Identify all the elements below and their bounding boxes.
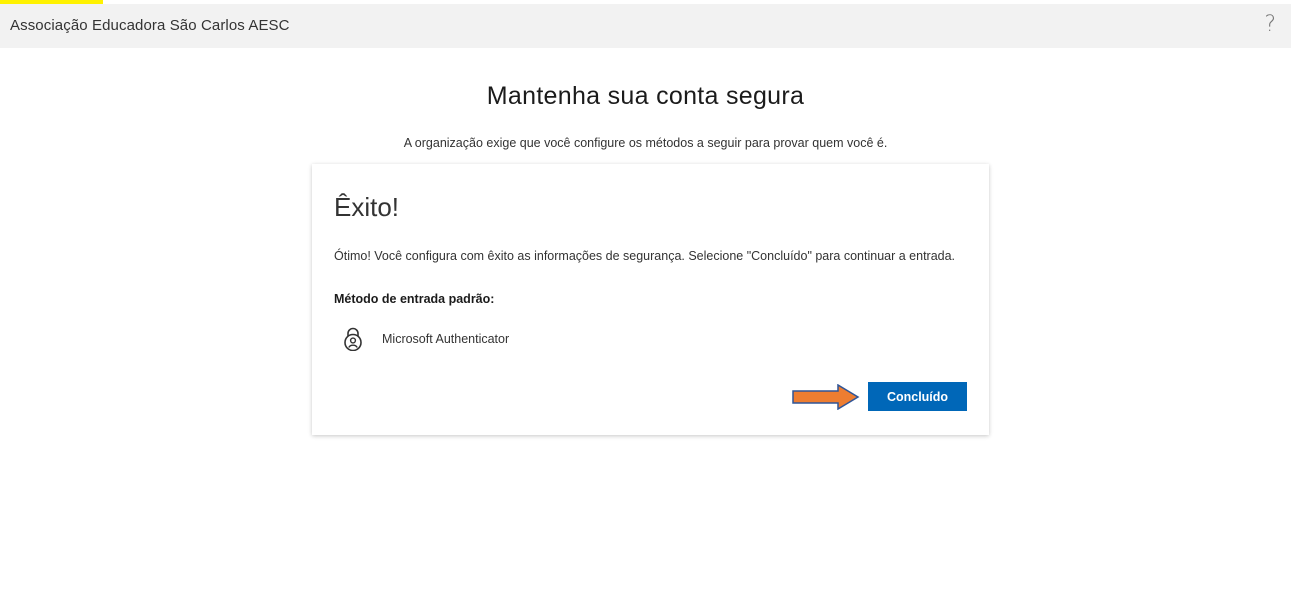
default-method-row: Microsoft Authenticator <box>342 324 509 354</box>
help-icon[interactable]: ? <box>1264 12 1276 37</box>
organization-name: Associação Educadora São Carlos AESC <box>10 17 290 34</box>
method-name: Microsoft Authenticator <box>382 332 510 346</box>
success-card: Êxito! Ótimo! Você configura com êxito a… <box>312 164 989 435</box>
orange-arrow-annotation <box>792 384 860 410</box>
success-message: Ótimo! Você configura com êxito as infor… <box>334 249 956 263</box>
page-title: Mantenha sua conta segura <box>486 82 805 110</box>
top-bar: Associação Educadora São Carlos AESC ? <box>0 4 1291 48</box>
default-method-label: Método de entrada padrão: <box>334 292 495 306</box>
done-button[interactable]: Concluído <box>868 382 967 411</box>
card-title: Êxito! <box>334 192 400 222</box>
authenticator-lock-icon <box>342 327 364 352</box>
page-subtitle: A organização exige que você configure o… <box>403 136 888 150</box>
